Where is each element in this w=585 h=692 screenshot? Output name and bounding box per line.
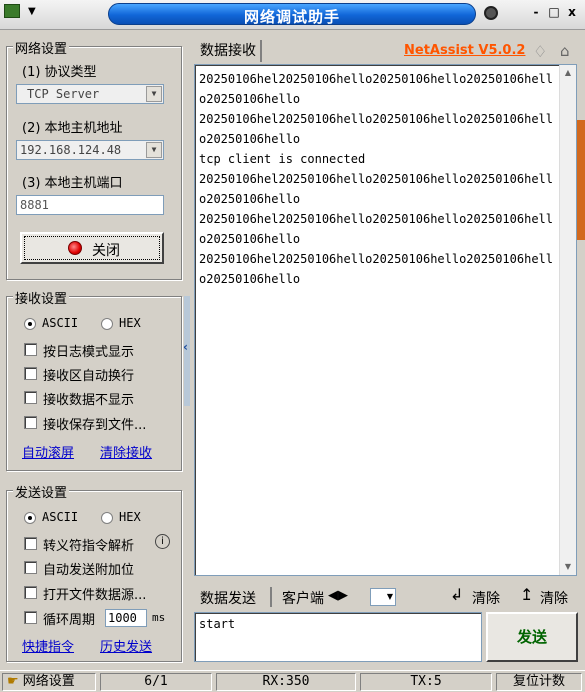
clear-receive-link[interactable]: 清除接收 xyxy=(100,442,152,461)
recv-ascii-label: ASCII xyxy=(42,316,79,330)
chevron-down-icon[interactable]: ▼ xyxy=(146,142,162,158)
send-ascii-label: ASCII xyxy=(42,510,79,524)
escape-parse-checkbox[interactable] xyxy=(24,537,37,550)
status-led-icon xyxy=(68,241,82,255)
clear-button-2[interactable]: 清除 xyxy=(540,588,568,608)
close-label: 关闭 xyxy=(92,243,120,259)
clear-recv-icon[interactable]: ↲ xyxy=(450,585,463,604)
send-history-link[interactable]: 历史发送 xyxy=(100,636,152,655)
clear-button-1[interactable]: 清除 xyxy=(472,588,500,608)
diamond-icon[interactable]: ♢ xyxy=(533,42,547,61)
protocol-label: (1) 协议类型 xyxy=(22,65,97,80)
log-mode-checkbox[interactable] xyxy=(24,343,37,356)
loop-period-label: 循环周期 xyxy=(43,613,96,628)
auto-wrap-checkbox[interactable] xyxy=(24,367,37,380)
title-pill: 网络调试助手 xyxy=(108,3,476,26)
hide-data-label: 接收数据不显示 xyxy=(43,393,135,408)
receive-text: 20250106hel20250106hello20250106hello202… xyxy=(199,72,554,286)
chevron-left-icon[interactable]: ‹ xyxy=(183,340,188,354)
minimize-button[interactable]: - xyxy=(527,5,545,19)
send-hex-radio[interactable] xyxy=(101,512,113,524)
reset-count-button[interactable]: 复位计数 xyxy=(496,673,582,691)
client-select[interactable]: ▼ xyxy=(370,588,396,606)
recv-hex-label: HEX xyxy=(119,316,141,330)
file-source-label: 打开文件数据源... xyxy=(43,588,147,603)
auto-wrap-label: 接收区自动换行 xyxy=(43,369,135,384)
status-rx: RX:350 xyxy=(216,673,356,691)
edge-strip xyxy=(577,120,585,240)
chevron-down-icon[interactable]: ▼ xyxy=(146,86,162,102)
send-toolbar: 数据发送 客户端 ◀▶ ▼ ↲ 清除 ↥ 清除 xyxy=(194,584,584,610)
tab-receive[interactable]: 数据接收 xyxy=(196,40,262,62)
brand-link[interactable]: NetAssist V5.0.2 xyxy=(404,43,525,58)
loop-period-checkbox[interactable] xyxy=(24,611,37,624)
send-button[interactable]: 发送 xyxy=(486,612,578,662)
append-bits-checkbox[interactable] xyxy=(24,561,37,574)
file-source-checkbox[interactable] xyxy=(24,586,37,599)
port-label: (3) 本地主机端口 xyxy=(22,176,123,191)
close-connection-button[interactable]: 关闭 xyxy=(20,232,164,264)
period-unit: ms xyxy=(152,611,166,624)
app-icon xyxy=(4,4,20,18)
system-menu[interactable]: ▼ xyxy=(4,4,60,22)
period-input[interactable]: 1000 xyxy=(105,609,147,627)
divider xyxy=(270,587,272,607)
window-title: 网络调试助手 xyxy=(243,8,340,26)
append-bits-label: 自动发送附加位 xyxy=(43,563,135,578)
close-button[interactable]: x xyxy=(563,5,581,19)
status-settings-label: 网络设置 xyxy=(22,674,75,689)
scroll-up-icon[interactable]: ▲ xyxy=(560,65,576,81)
group-title: 网络设置 xyxy=(13,38,70,57)
chevron-down-icon: ▼ xyxy=(28,6,36,17)
recv-ascii-radio[interactable] xyxy=(24,318,36,330)
scroll-down-icon[interactable]: ▼ xyxy=(560,559,576,575)
window-controls: - □ x xyxy=(527,5,581,23)
title-bar: ▼ 网络调试助手 - □ x xyxy=(0,0,585,30)
vertical-scrollbar[interactable]: ▲ ▼ xyxy=(559,65,576,575)
status-settings[interactable]: ☛ 网络设置 xyxy=(2,673,96,691)
hand-icon: ☛ xyxy=(7,674,19,689)
client-nav-icon[interactable]: ◀▶ xyxy=(328,588,348,603)
group-title: 接收设置 xyxy=(13,288,70,307)
host-select[interactable]: 192.168.124.48 ▼ xyxy=(16,140,164,160)
protocol-select[interactable]: TCP Server ▼ xyxy=(16,84,164,104)
bell-icon[interactable]: ⌂ xyxy=(560,42,570,60)
shortcut-commands-link[interactable]: 快捷指令 xyxy=(22,636,74,655)
client-label: 客户端 xyxy=(282,591,324,607)
clear-send-icon[interactable]: ↥ xyxy=(520,585,533,604)
maximize-button[interactable]: □ xyxy=(545,5,563,19)
send-input[interactable]: start xyxy=(194,612,482,662)
save-to-file-checkbox[interactable] xyxy=(24,416,37,429)
group-title: 发送设置 xyxy=(13,482,70,501)
recv-hex-radio[interactable] xyxy=(101,318,113,330)
tab-send[interactable]: 数据发送 xyxy=(200,588,256,608)
receive-area[interactable]: 20250106hel20250106hello20250106hello202… xyxy=(194,64,577,576)
log-mode-label: 按日志模式显示 xyxy=(43,345,135,360)
host-label: (2) 本地主机地址 xyxy=(22,121,123,136)
hide-data-checkbox[interactable] xyxy=(24,391,37,404)
info-icon[interactable]: i xyxy=(155,534,170,549)
send-hex-label: HEX xyxy=(119,510,141,524)
chevron-down-icon: ▼ xyxy=(386,592,393,601)
port-input[interactable]: 8881 xyxy=(16,195,164,215)
save-to-file-label: 接收保存到文件... xyxy=(43,418,147,433)
auto-scroll-link[interactable]: 自动滚屏 xyxy=(22,442,74,461)
status-bar: ☛ 网络设置 6/1 RX:350 TX:5 复位计数 xyxy=(0,670,585,692)
pin-icon[interactable] xyxy=(484,6,498,20)
host-value: 192.168.124.48 xyxy=(20,143,122,157)
send-ascii-radio[interactable] xyxy=(24,512,36,524)
escape-parse-label: 转义符指令解析 xyxy=(43,539,135,554)
protocol-value: TCP Server xyxy=(27,87,100,101)
status-page: 6/1 xyxy=(100,673,212,691)
status-tx: TX:5 xyxy=(360,673,492,691)
